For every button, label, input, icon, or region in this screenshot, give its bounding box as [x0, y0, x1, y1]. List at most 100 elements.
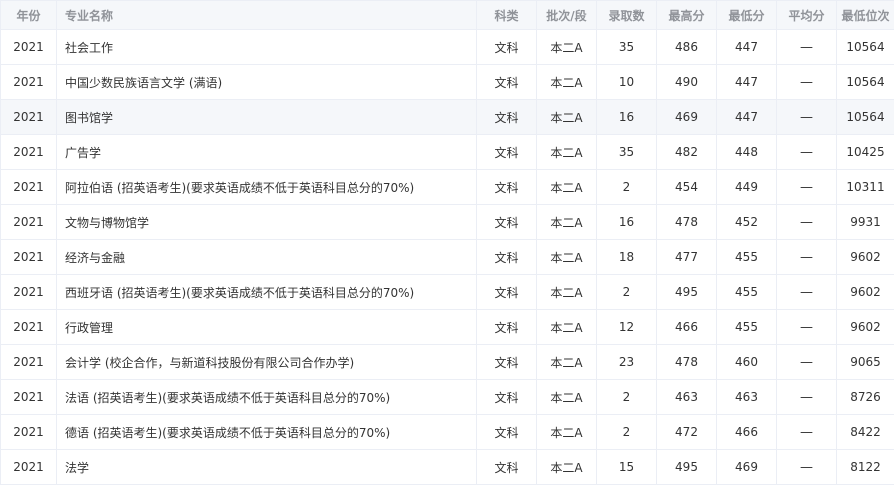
cell-batch: 本二A [536, 99, 597, 135]
cell-min-rank: 9602 [836, 274, 894, 310]
table-row[interactable]: 2021 经济与金融 文科 本二A 18 477 455 — 9602 [0, 239, 894, 275]
cell-avg-score: — [776, 309, 837, 345]
cell-subject: 文科 [476, 169, 537, 205]
cell-subject: 文科 [476, 414, 537, 450]
cell-min-rank: 8122 [836, 449, 894, 485]
cell-major: 法学 [56, 449, 477, 485]
cell-batch: 本二A [536, 239, 597, 275]
cell-admitted: 35 [596, 29, 657, 65]
table-row[interactable]: 2021 法语 (招英语考生)(要求英语成绩不低于英语科目总分的70%) 文科 … [0, 379, 894, 415]
cell-avg-score: — [776, 274, 837, 310]
cell-major: 法语 (招英语考生)(要求英语成绩不低于英语科目总分的70%) [56, 379, 477, 415]
header-major[interactable]: 专业名称 [56, 0, 477, 30]
header-min-score[interactable]: 最低分 [716, 0, 777, 30]
cell-admitted: 2 [596, 274, 657, 310]
cell-subject: 文科 [476, 379, 537, 415]
cell-min-score: 455 [716, 274, 777, 310]
table-row[interactable]: 2021 德语 (招英语考生)(要求英语成绩不低于英语科目总分的70%) 文科 … [0, 414, 894, 450]
table-row[interactable]: 2021 法学 文科 本二A 15 495 469 — 8122 [0, 449, 894, 485]
cell-min-score: 452 [716, 204, 777, 240]
cell-batch: 本二A [536, 309, 597, 345]
cell-batch: 本二A [536, 414, 597, 450]
cell-admitted: 23 [596, 344, 657, 380]
header-min-rank[interactable]: 最低位次 [836, 0, 894, 30]
header-avg-score[interactable]: 平均分 [776, 0, 837, 30]
cell-max-score: 466 [656, 309, 717, 345]
cell-major: 广告学 [56, 134, 477, 170]
table-row[interactable]: 2021 会计学 (校企合作，与新道科技股份有限公司合作办学) 文科 本二A 2… [0, 344, 894, 380]
table-row[interactable]: 2021 中国少数民族语言文学 (满语) 文科 本二A 10 490 447 —… [0, 64, 894, 100]
cell-subject: 文科 [476, 204, 537, 240]
cell-subject: 文科 [476, 64, 537, 100]
cell-avg-score: — [776, 99, 837, 135]
cell-min-score: 447 [716, 29, 777, 65]
cell-batch: 本二A [536, 29, 597, 65]
cell-year: 2021 [0, 64, 57, 100]
cell-max-score: 454 [656, 169, 717, 205]
table-row[interactable]: 2021 图书馆学 文科 本二A 16 469 447 — 10564 [0, 99, 894, 135]
cell-max-score: 490 [656, 64, 717, 100]
header-year[interactable]: 年份 [0, 0, 57, 30]
cell-min-rank: 9602 [836, 239, 894, 275]
cell-admitted: 2 [596, 169, 657, 205]
cell-avg-score: — [776, 449, 837, 485]
table-row[interactable]: 2021 文物与博物馆学 文科 本二A 16 478 452 — 9931 [0, 204, 894, 240]
cell-year: 2021 [0, 274, 57, 310]
table-header: 年份 专业名称 科类 批次/段 录取数 最高分 最低分 平均分 最低位次 [0, 0, 894, 30]
cell-admitted: 18 [596, 239, 657, 275]
cell-admitted: 16 [596, 204, 657, 240]
cell-max-score: 478 [656, 344, 717, 380]
cell-avg-score: — [776, 169, 837, 205]
header-admitted[interactable]: 录取数 [596, 0, 657, 30]
header-batch[interactable]: 批次/段 [536, 0, 597, 30]
table-body: 2021 社会工作 文科 本二A 35 486 447 — 10564 2021… [0, 29, 894, 485]
cell-avg-score: — [776, 29, 837, 65]
table-row[interactable]: 2021 社会工作 文科 本二A 35 486 447 — 10564 [0, 29, 894, 65]
cell-min-rank: 10564 [836, 64, 894, 100]
header-subject[interactable]: 科类 [476, 0, 537, 30]
cell-min-rank: 10425 [836, 134, 894, 170]
cell-min-score: 469 [716, 449, 777, 485]
cell-batch: 本二A [536, 169, 597, 205]
cell-batch: 本二A [536, 344, 597, 380]
cell-min-rank: 8422 [836, 414, 894, 450]
cell-min-rank: 9065 [836, 344, 894, 380]
cell-avg-score: — [776, 379, 837, 415]
cell-min-rank: 9602 [836, 309, 894, 345]
cell-year: 2021 [0, 99, 57, 135]
cell-batch: 本二A [536, 64, 597, 100]
header-row: 年份 专业名称 科类 批次/段 录取数 最高分 最低分 平均分 最低位次 [0, 0, 894, 30]
cell-subject: 文科 [476, 449, 537, 485]
cell-max-score: 495 [656, 274, 717, 310]
cell-max-score: 482 [656, 134, 717, 170]
table-row[interactable]: 2021 广告学 文科 本二A 35 482 448 — 10425 [0, 134, 894, 170]
cell-min-rank: 8726 [836, 379, 894, 415]
cell-min-score: 460 [716, 344, 777, 380]
cell-max-score: 477 [656, 239, 717, 275]
cell-subject: 文科 [476, 274, 537, 310]
cell-max-score: 472 [656, 414, 717, 450]
cell-min-score: 447 [716, 64, 777, 100]
cell-subject: 文科 [476, 134, 537, 170]
table-row[interactable]: 2021 行政管理 文科 本二A 12 466 455 — 9602 [0, 309, 894, 345]
header-max-score[interactable]: 最高分 [656, 0, 717, 30]
cell-year: 2021 [0, 344, 57, 380]
table-row[interactable]: 2021 西班牙语 (招英语考生)(要求英语成绩不低于英语科目总分的70%) 文… [0, 274, 894, 310]
cell-max-score: 486 [656, 29, 717, 65]
cell-max-score: 495 [656, 449, 717, 485]
cell-min-score: 466 [716, 414, 777, 450]
cell-avg-score: — [776, 204, 837, 240]
cell-avg-score: — [776, 414, 837, 450]
cell-batch: 本二A [536, 449, 597, 485]
cell-min-score: 455 [716, 309, 777, 345]
cell-major: 行政管理 [56, 309, 477, 345]
cell-year: 2021 [0, 134, 57, 170]
cell-admitted: 12 [596, 309, 657, 345]
cell-year: 2021 [0, 239, 57, 275]
table-row[interactable]: 2021 阿拉伯语 (招英语考生)(要求英语成绩不低于英语科目总分的70%) 文… [0, 169, 894, 205]
cell-batch: 本二A [536, 134, 597, 170]
cell-year: 2021 [0, 169, 57, 205]
cell-year: 2021 [0, 29, 57, 65]
cell-avg-score: — [776, 64, 837, 100]
cell-subject: 文科 [476, 99, 537, 135]
